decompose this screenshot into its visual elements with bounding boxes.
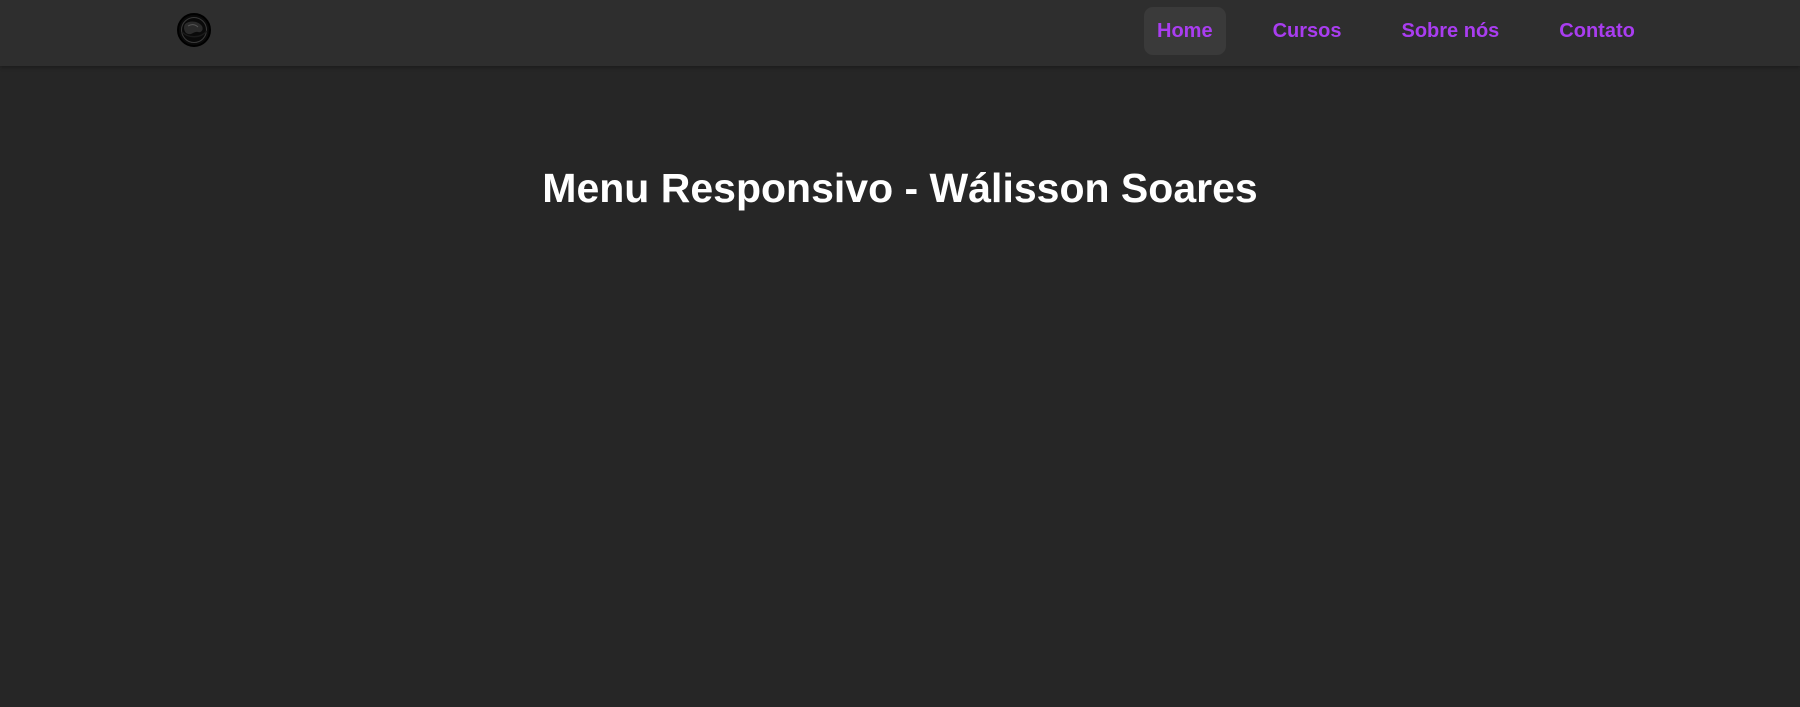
main-nav: Home Cursos Sobre nós Contato bbox=[1144, 7, 1648, 55]
page-title: Menu Responsivo - Wálisson Soares bbox=[542, 165, 1258, 211]
navbar: Home Cursos Sobre nós Contato bbox=[0, 0, 1800, 66]
nav-link-contato[interactable]: Contato bbox=[1546, 7, 1648, 55]
nav-link-home[interactable]: Home bbox=[1144, 7, 1226, 55]
nav-link-sobre-nos[interactable]: Sobre nós bbox=[1388, 7, 1512, 55]
planet-logo-icon[interactable] bbox=[176, 12, 212, 48]
nav-link-cursos[interactable]: Cursos bbox=[1260, 7, 1355, 55]
